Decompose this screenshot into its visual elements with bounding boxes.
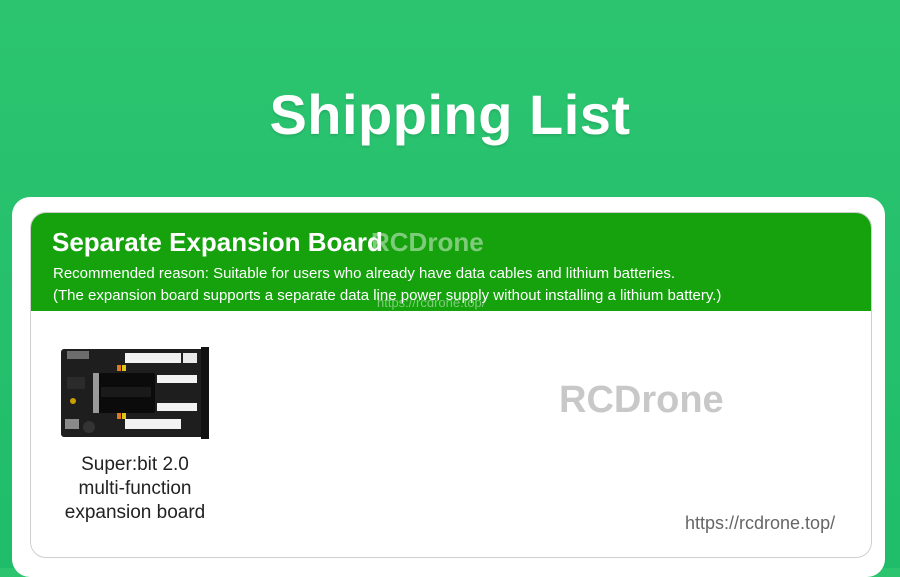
recommended-reason-line1: Recommended reason: Suitable for users w…	[53, 265, 676, 282]
caption-line-3: expansion board	[64, 502, 206, 523]
section-header: Separate Expansion Board Recommended rea…	[31, 213, 871, 311]
expansion-board-image	[61, 347, 209, 439]
caption-line-1: Super:bit 2.0	[81, 454, 189, 475]
watermark-brand: RCDrone	[559, 379, 724, 421]
watermark-brand-overlay: RCDrone	[371, 227, 484, 257]
page-title: Shipping List	[269, 83, 631, 146]
section-title: Separate Expansion Board	[52, 227, 383, 257]
caption-line-2: multi-function	[78, 478, 192, 499]
recommended-reason-line2: (The expansion board supports a separate…	[53, 287, 722, 304]
item-caption: Super:bit 2.0 multi-function expansion b…	[41, 453, 229, 525]
watermark-url: https://rcdrone.top/	[685, 513, 836, 533]
shipping-item-card: Separate Expansion Board Recommended rea…	[30, 212, 872, 558]
